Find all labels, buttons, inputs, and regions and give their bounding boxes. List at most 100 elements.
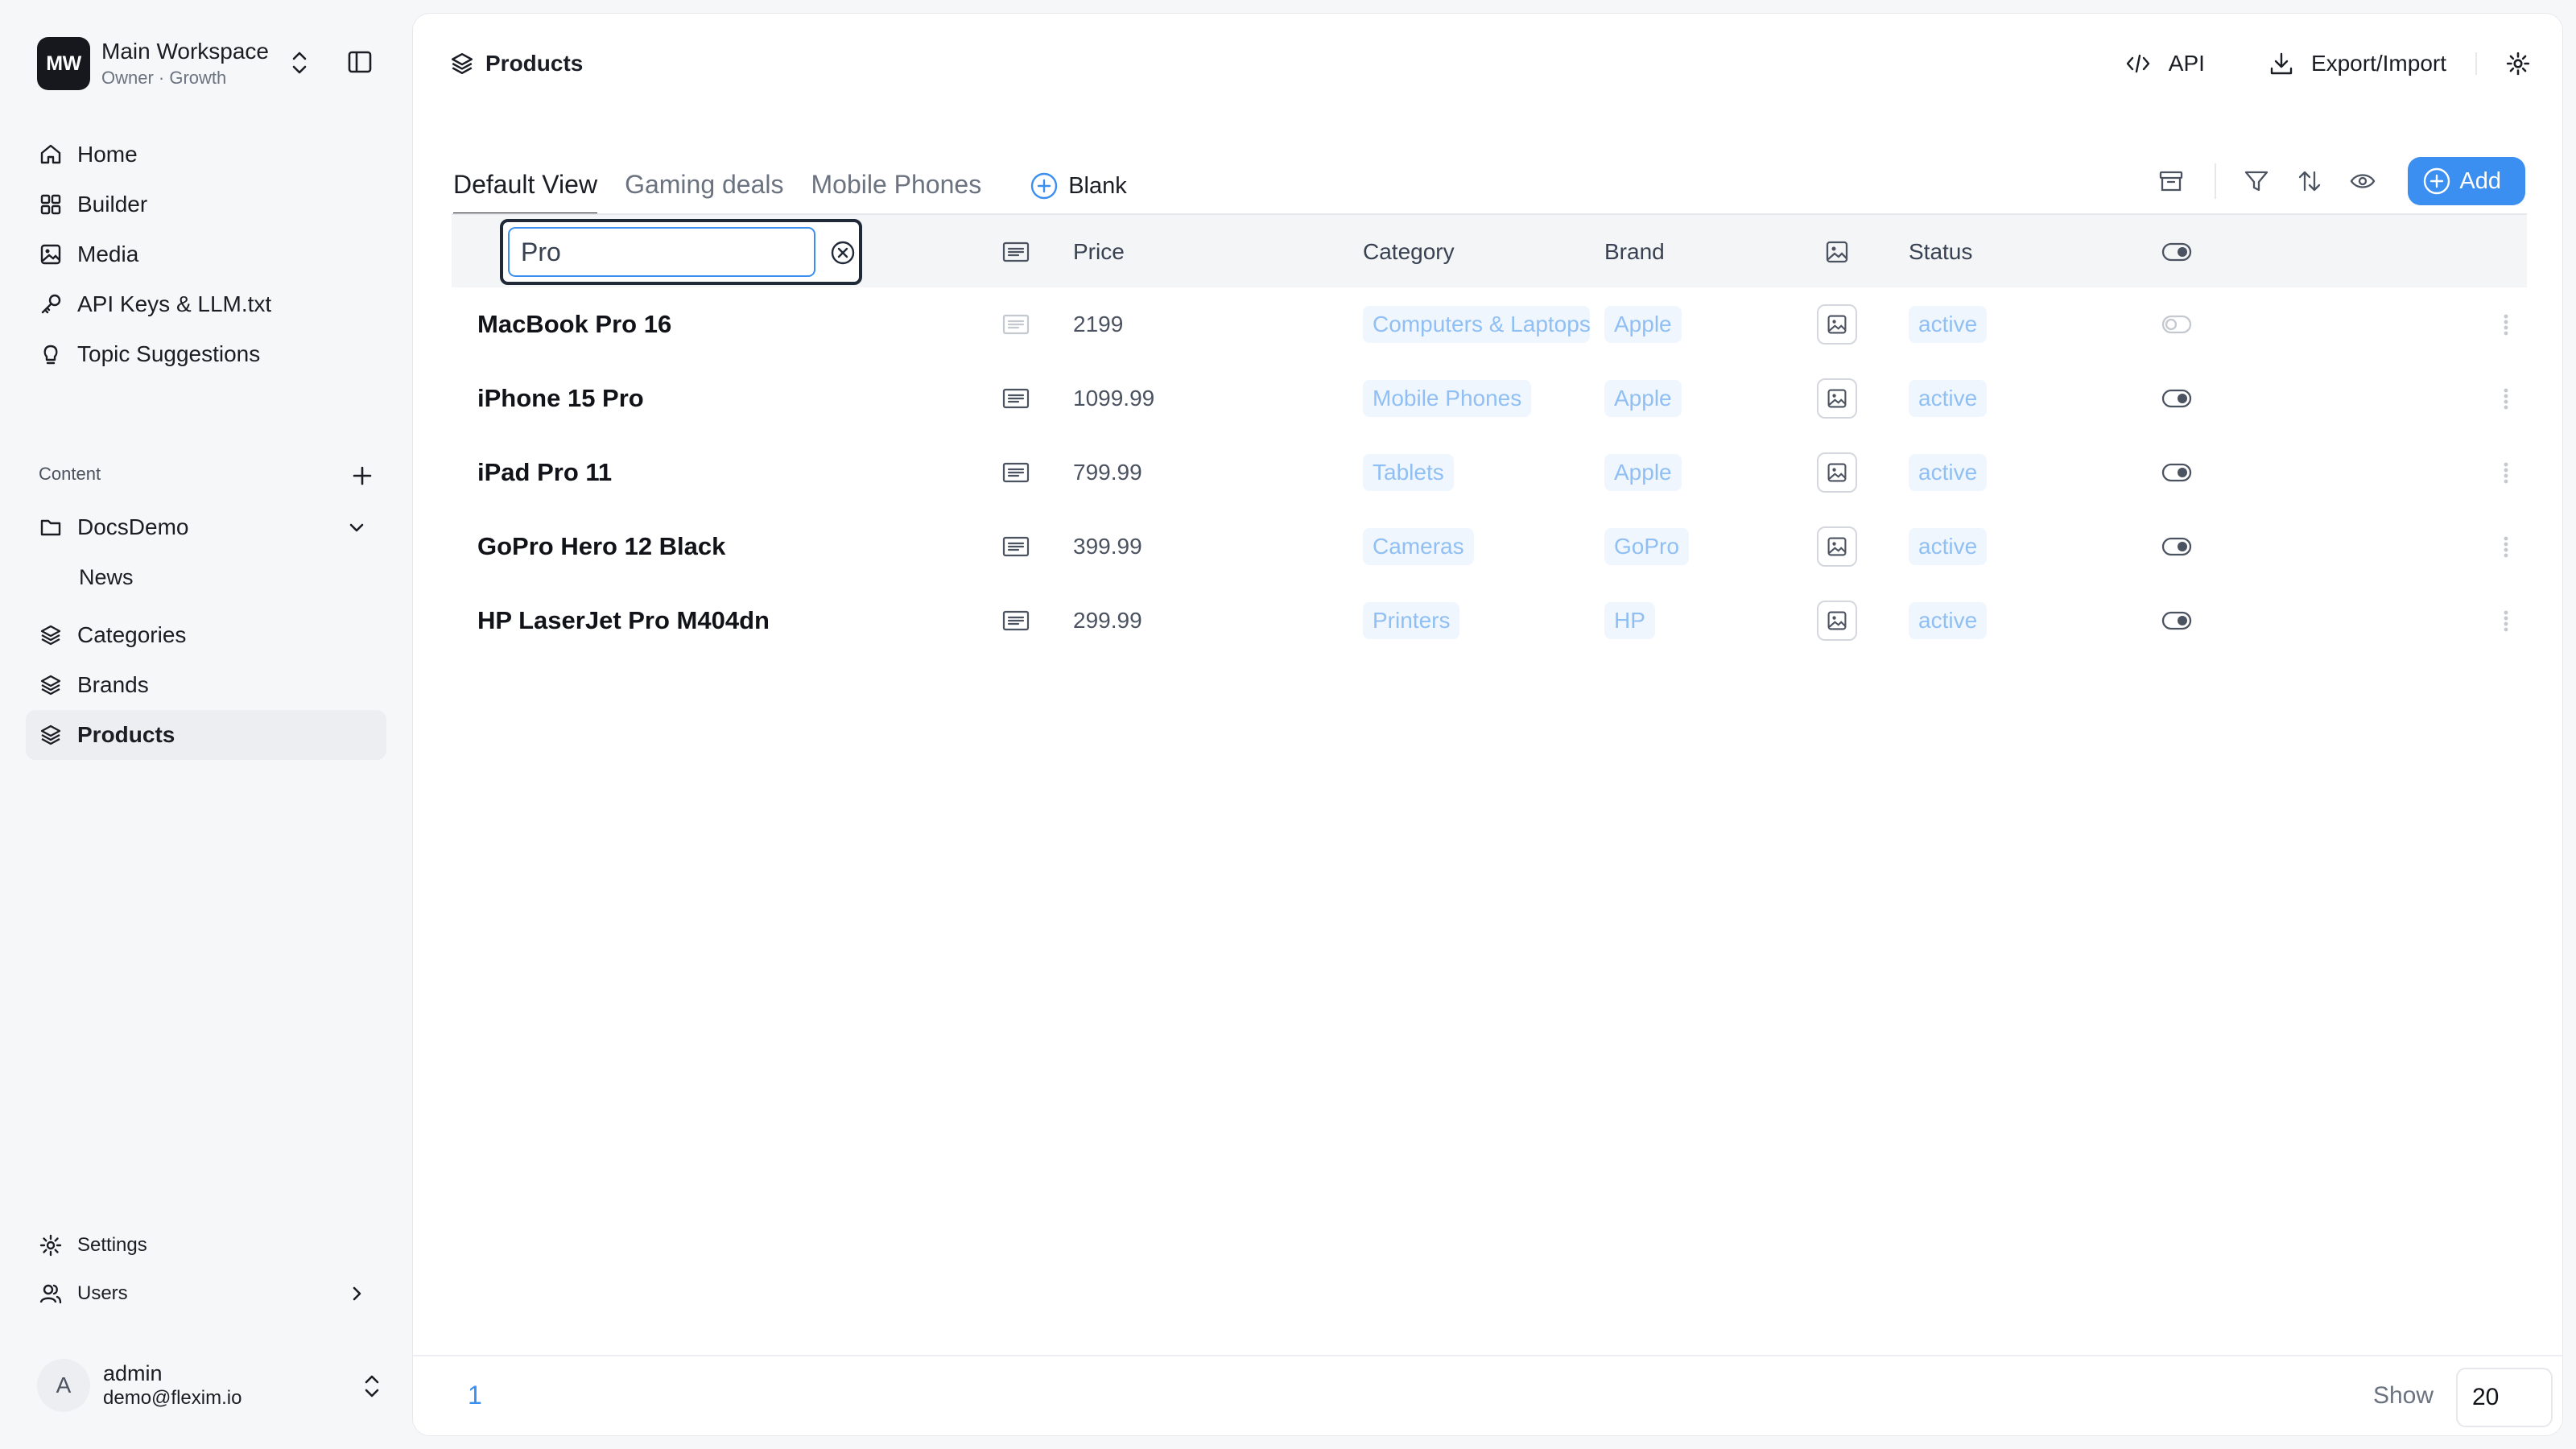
table-row[interactable]: iPhone 15 Pro 1099.99 Mobile Phones Apple ac…	[452, 361, 2527, 436]
table-header: Price Category Brand Status Slug	[452, 213, 2527, 287]
sidebar-item-topic-suggestions[interactable]: Topic Suggestions	[26, 329, 386, 379]
sidebar-item-media[interactable]: Media	[26, 229, 386, 279]
tab-gaming-deals[interactable]: Gaming deals	[625, 170, 783, 215]
toggle-icon[interactable]	[2161, 584, 2192, 658]
table-row[interactable]: GoPro Hero 12 Black 399.99 Cameras GoPro act…	[452, 510, 2527, 584]
image-icon[interactable]	[1817, 304, 1857, 345]
product-name[interactable]: MacBook Pro 16	[477, 287, 671, 361]
description-icon[interactable]	[1002, 287, 1030, 361]
toggle-icon[interactable]	[2161, 510, 2192, 584]
image-icon[interactable]	[1817, 452, 1857, 493]
page-size-input[interactable]: 20	[2456, 1368, 2553, 1427]
brand-chip[interactable]: Apple	[1604, 306, 1682, 343]
description-icon[interactable]	[1002, 436, 1030, 510]
sidebar-item-settings[interactable]: Settings	[26, 1221, 386, 1269]
brand-chip[interactable]: HP	[1604, 602, 1655, 639]
user-menu[interactable]: A admin demo@flexim.io	[37, 1357, 383, 1414]
sidebar-item-brands[interactable]: Brands	[26, 660, 386, 710]
price-cell[interactable]: 299.99	[1073, 584, 1142, 658]
folder-icon	[39, 515, 63, 539]
layers-icon	[39, 673, 63, 697]
view-tabs: Default View Gaming deals Mobile Phones …	[453, 163, 1127, 215]
category-chip[interactable]: Cameras	[1363, 528, 1474, 565]
sidebar-item-categories[interactable]: Categories	[26, 610, 386, 660]
brand-chip[interactable]: GoPro	[1604, 528, 1689, 565]
sidebar-item-news[interactable]: News	[26, 552, 386, 602]
sidebar-item-builder[interactable]: Builder	[26, 180, 386, 229]
drag-handle-icon[interactable]	[2501, 461, 2511, 485]
toggle-column-icon[interactable]	[2161, 215, 2192, 289]
chevron-updown-icon[interactable]	[361, 1372, 383, 1401]
table-row[interactable]: MacBook Pro 16 2199 Computers & Laptops App…	[452, 287, 2527, 361]
column-price[interactable]: Price	[1073, 215, 1125, 289]
filter-icon[interactable]	[2244, 169, 2269, 193]
product-name[interactable]: HP LaserJet Pro M404dn	[477, 584, 770, 658]
brand-chip[interactable]: Apple	[1604, 380, 1682, 417]
eye-icon[interactable]	[2350, 169, 2376, 193]
drag-handle-icon[interactable]	[2501, 387, 2511, 411]
toggle-icon[interactable]	[2161, 361, 2192, 436]
sidebar-item-home[interactable]: Home	[26, 130, 386, 180]
sidebar-item-api-keys[interactable]: API Keys & LLM.txt	[26, 279, 386, 329]
status-badge[interactable]: active	[1909, 306, 1988, 343]
column-brand[interactable]: Brand	[1604, 215, 1665, 289]
category-chip[interactable]: Printers	[1363, 602, 1460, 639]
image-icon[interactable]	[1817, 601, 1857, 641]
plus-circle-icon	[2422, 167, 2451, 196]
category-chip[interactable]: Tablets	[1363, 454, 1454, 491]
description-column-icon[interactable]	[1002, 215, 1030, 289]
add-content-icon[interactable]	[351, 464, 374, 487]
image-icon[interactable]	[1817, 378, 1857, 419]
sort-icon[interactable]	[2297, 169, 2322, 193]
sidebar-item-docsdemo[interactable]: DocsDemo	[26, 502, 386, 552]
chevron-right-icon[interactable]	[346, 1283, 367, 1304]
category-chip[interactable]: Mobile Phones	[1363, 380, 1532, 417]
table-row[interactable]: iPad Pro 11799.99TabletsAppleactiveipad-…	[452, 436, 2527, 510]
description-icon[interactable]	[1002, 584, 1030, 658]
drag-handle-icon[interactable]	[2501, 313, 2511, 337]
new-view-button[interactable]: Blank	[1030, 171, 1127, 215]
column-category[interactable]: Category	[1363, 215, 1455, 289]
chevron-down-icon[interactable]	[346, 517, 367, 538]
search-input[interactable]	[508, 227, 815, 277]
sidebar-item-users[interactable]: Users	[26, 1269, 386, 1318]
column-status[interactable]: Status	[1909, 215, 1972, 289]
toggle-icon[interactable]	[2161, 436, 2192, 510]
sidebar-item-products[interactable]: Products	[26, 710, 386, 760]
api-button[interactable]: API	[2125, 51, 2205, 76]
export-import-button[interactable]: Export/Import	[2269, 51, 2446, 76]
status-badge[interactable]: active	[1909, 602, 1988, 639]
description-icon[interactable]	[1002, 361, 1030, 436]
status-badge[interactable]: active	[1909, 528, 1988, 565]
product-name[interactable]: iPhone 15 Pro	[477, 361, 644, 436]
toggle-icon[interactable]	[2161, 287, 2192, 361]
brand-chip[interactable]: Apple	[1604, 454, 1682, 491]
price-cell[interactable]: 1099.99	[1073, 361, 1154, 436]
chevron-updown-icon[interactable]	[288, 48, 311, 77]
bottom-nav: Settings Users	[26, 1221, 386, 1318]
category-chip[interactable]: Computers & Laptops	[1363, 306, 1590, 343]
drag-handle-icon[interactable]	[2501, 609, 2511, 634]
table-row[interactable]: HP LaserJet Pro M404dn 299.99 Printers HP ac…	[452, 584, 2527, 658]
clear-search-icon[interactable]	[830, 240, 856, 266]
page-size-label: Show	[2372, 1382, 2434, 1409]
tab-mobile-phones[interactable]: Mobile Phones	[811, 170, 982, 215]
image-column-icon[interactable]	[1825, 215, 1849, 289]
status-badge[interactable]: active	[1909, 380, 1988, 417]
price-cell[interactable]: 799.99	[1073, 436, 1142, 510]
page-number[interactable]: 1	[468, 1381, 482, 1410]
add-button[interactable]: Add	[2408, 157, 2525, 205]
description-icon[interactable]	[1002, 510, 1030, 584]
product-name[interactable]: GoPro Hero 12 Black	[477, 510, 725, 584]
status-badge[interactable]: active	[1909, 454, 1988, 491]
tab-default-view[interactable]: Default View	[453, 170, 598, 215]
workspace-switcher[interactable]: MW Main Workspace Owner · Growth	[37, 37, 383, 90]
price-cell[interactable]: 399.99	[1073, 510, 1142, 584]
price-cell[interactable]: 2199	[1073, 287, 1123, 361]
image-icon[interactable]	[1817, 526, 1857, 567]
drag-handle-icon[interactable]	[2501, 535, 2511, 559]
archive-icon[interactable]	[2158, 169, 2184, 193]
gear-icon[interactable]	[2506, 52, 2530, 76]
product-name[interactable]: iPad Pro 11	[477, 436, 612, 510]
sidebar-toggle-icon[interactable]	[348, 50, 372, 74]
